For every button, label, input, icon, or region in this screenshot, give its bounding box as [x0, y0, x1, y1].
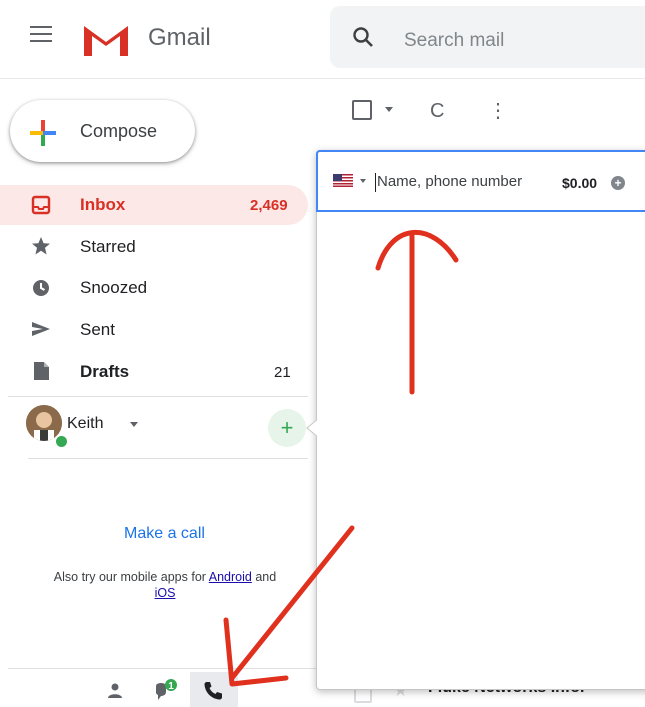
- unread-count: 2,469: [250, 197, 288, 214]
- phone-number-input[interactable]: [377, 173, 547, 190]
- text-cursor: [375, 173, 376, 192]
- app-brand[interactable]: Gmail: [148, 24, 211, 52]
- mobile-apps-text: Also try our mobile apps for Android and…: [20, 569, 310, 601]
- drafts-count: 21: [274, 364, 291, 381]
- online-status-indicator: [54, 434, 69, 449]
- new-conversation-button[interactable]: +: [268, 409, 306, 447]
- sidebar-item-sent[interactable]: Sent: [80, 320, 115, 340]
- user-divider: [28, 458, 308, 459]
- inbox-icon: [31, 195, 51, 215]
- nav-divider: [8, 396, 308, 397]
- main-menu-icon[interactable]: [30, 26, 52, 44]
- dialer-panel: [316, 150, 645, 690]
- ios-link[interactable]: iOS: [155, 586, 176, 600]
- compose-label: Compose: [80, 121, 158, 141]
- select-all-checkbox[interactable]: [352, 100, 372, 120]
- chat-badge-count: 1: [168, 681, 174, 692]
- sidebar-item-drafts[interactable]: Drafts: [80, 362, 129, 382]
- search-icon[interactable]: [352, 26, 374, 48]
- refresh-icon[interactable]: C: [430, 100, 444, 123]
- phone-icon[interactable]: [202, 680, 224, 702]
- and-text: and: [255, 570, 277, 584]
- us-flag-icon[interactable]: [333, 174, 353, 187]
- panel-pointer: [306, 418, 319, 438]
- contacts-person-icon[interactable]: [106, 682, 124, 700]
- sidebar-item-label: Inbox: [80, 195, 126, 214]
- add-credit-icon[interactable]: +: [611, 176, 625, 190]
- header-divider: [0, 78, 645, 79]
- android-link[interactable]: Android: [209, 570, 252, 584]
- call-credit-balance: $0.00: [562, 175, 598, 191]
- sidebar-item-starred[interactable]: Starred: [80, 237, 136, 257]
- make-a-call-link[interactable]: Make a call: [124, 525, 205, 543]
- status-chevron-down-icon[interactable]: [130, 422, 138, 427]
- compose-plus-icon: [30, 120, 56, 146]
- country-chevron-down-icon[interactable]: [360, 179, 366, 183]
- draft-icon: [34, 362, 49, 380]
- clock-icon: [33, 280, 49, 296]
- select-menu-chevron-down-icon[interactable]: [385, 107, 393, 112]
- sidebar-item-snoozed[interactable]: Snoozed: [80, 278, 147, 298]
- user-name[interactable]: Keith: [67, 415, 103, 433]
- chat-bubble-icon[interactable]: 1: [152, 678, 178, 702]
- send-icon: [32, 322, 50, 336]
- bottom-divider: [8, 668, 316, 669]
- more-options-icon[interactable]: ⋮: [488, 98, 508, 123]
- star-icon: [32, 237, 50, 255]
- mobile-apps-prefix: Also try our mobile apps for: [53, 570, 206, 584]
- search-input[interactable]: Search mail: [404, 30, 504, 52]
- gmail-logo-icon[interactable]: [80, 20, 132, 58]
